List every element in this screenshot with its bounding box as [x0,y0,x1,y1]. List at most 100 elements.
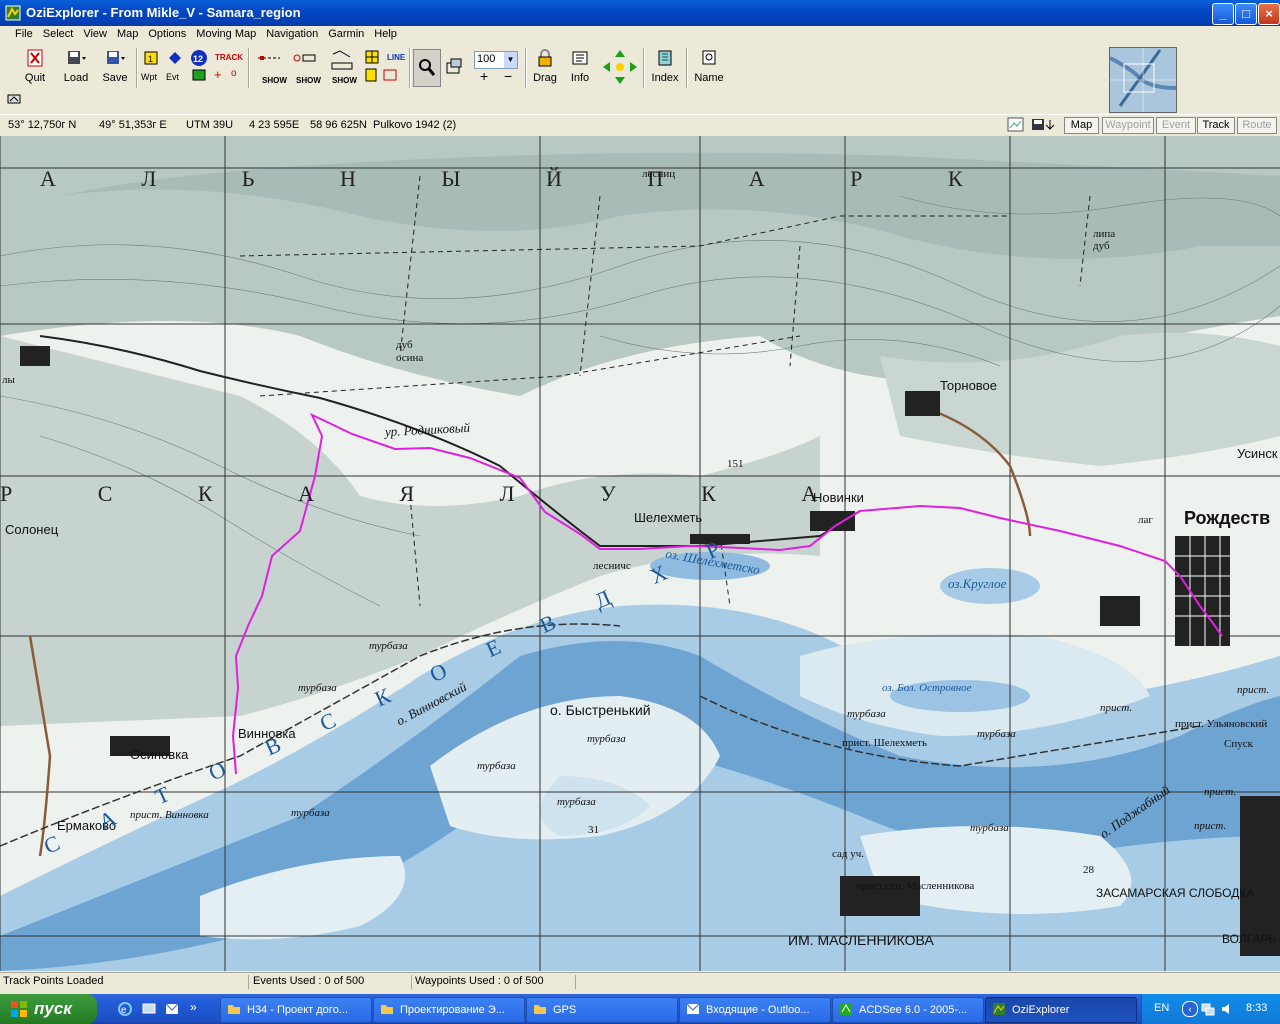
task-button[interactable]: Входящие - Outloo... [679,997,831,1023]
window-zoom-icon[interactable] [444,57,464,77]
folder-icon [228,1005,240,1014]
language-indicator[interactable]: EN [1154,1002,1169,1014]
map-label-o-bystreny: о. Быстренький [550,702,651,718]
task-label: GPS [553,1004,577,1016]
outlook-icon[interactable] [164,1001,180,1017]
task-button-active[interactable]: OziExplorer [985,997,1137,1023]
zoom-in-icon[interactable]: + [480,68,488,84]
load-button[interactable]: Load [62,49,90,84]
zoom-out-icon[interactable]: − [504,68,512,84]
longitude-readout: 49° 51,353г E [99,119,167,131]
map-label-dub-osina: дуб осина [396,339,424,364]
utm-zone: UTM 39U [186,119,234,131]
index-button[interactable]: Index [649,49,681,84]
events-show-icon[interactable] [292,51,318,65]
zoom-tool-button[interactable] [413,49,441,87]
show-label-1[interactable]: SHOW [262,76,287,85]
quit-button[interactable]: Quit [22,49,48,84]
name-button[interactable]: Name [692,49,726,84]
chevron-down-icon[interactable]: ▼ [504,52,517,68]
menu-select[interactable]: Select [38,26,79,40]
tray-expand-icon[interactable]: ‹ [1182,1001,1198,1017]
save-view-icon[interactable] [1030,117,1060,133]
task-button[interactable]: Н34 - Проект догo... [220,997,372,1023]
toolbar-separator [643,48,645,88]
circle-red-icon[interactable]: o [231,68,237,79]
drag-button[interactable]: Drag [530,49,560,84]
task-label: ACDSee 6.0 - 2005-... [859,1004,968,1016]
speaker-icon[interactable] [1220,1001,1236,1017]
map-label-lesnich-top: лесниц [642,168,676,180]
taskbar: пуск e » Н34 - Проект догo... Проектиров… [0,994,1280,1024]
waypoint-number-button[interactable]: 12 [188,49,210,70]
start-button[interactable]: пуск [0,994,97,1024]
pan-arrows-icon[interactable] [601,48,639,86]
show-label-2[interactable]: SHOW [296,76,321,85]
status-bar: Track Points Loaded Events Used : 0 of 5… [0,972,1280,992]
coordinate-bar: 53° 12,750г N 49° 51,353г E UTM 39U 4 23… [0,114,1280,135]
internet-explorer-icon[interactable]: e [117,1001,133,1017]
menu-view[interactable]: View [78,26,112,40]
quicklaunch-expand-icon[interactable]: » [190,1000,197,1014]
tab-waypoint[interactable]: Waypoint [1102,117,1154,134]
plus-red-icon[interactable]: + [214,67,222,82]
task-button[interactable]: ACDSee 6.0 - 2005-... [832,997,984,1023]
easting-readout: 4 23 595E [249,119,300,131]
tab-event[interactable]: Event [1156,117,1196,134]
map-properties-icon[interactable] [6,92,24,106]
oziexplorer-icon [993,1003,1005,1015]
tab-map[interactable]: Map [1064,117,1099,134]
overview-map[interactable] [1109,47,1177,113]
menu-map[interactable]: Map [112,26,143,40]
map-label-lesnich: лесничс [593,560,631,572]
map-image-icon[interactable] [1007,117,1025,133]
task-button[interactable]: Проектирование Э... [373,997,525,1023]
tracks-show-icon[interactable] [330,49,354,77]
menu-moving-map[interactable]: Moving Map [191,26,261,40]
map-label-oz-bol-ostrovnoe: оз. Бол. Островное [882,682,972,694]
map-label-turbaza-4: турбаза [477,760,516,772]
maximize-button[interactable]: □ [1235,3,1257,25]
clock[interactable]: 8:33 [1246,1002,1267,1014]
save-button[interactable]: Save [100,49,130,84]
green-square-icon[interactable] [192,69,206,81]
menu-navigation[interactable]: Navigation [261,26,323,40]
save-label: Save [102,72,128,84]
index-icon [658,50,672,66]
tab-route[interactable]: Route [1237,117,1277,134]
app-icon [5,5,21,21]
map-label-turbaza-1: турбаза [369,640,408,652]
menu-file[interactable]: File [0,26,38,40]
index-label: Index [651,72,679,84]
map-label-oz-krugloe: оз.Круглое [948,576,1007,591]
menu-options[interactable]: Options [143,26,191,40]
map-label-osinovka: Осиновка [130,747,189,762]
line-label[interactable]: LINE [387,53,405,62]
map-grid-icon[interactable] [364,49,384,65]
desktop-icon[interactable] [141,1001,157,1017]
map-canvas[interactable]: А Л Ь Н Ы Й П А Р К лесниц липа дуб дуб … [0,136,1280,971]
quit-icon [27,49,43,67]
waypoints-show-icon[interactable] [256,51,282,65]
waypoint-button[interactable]: 1 [141,51,161,68]
task-button[interactable]: GPS [526,997,678,1023]
tab-track[interactable]: Track [1197,117,1235,134]
info-button[interactable]: Info [566,49,594,84]
map-label-turbaza-5: турбаза [557,796,596,808]
network-icon[interactable] [1200,1001,1216,1017]
show-label-3[interactable]: SHOW [332,76,357,85]
track-label[interactable]: TRACK [215,53,243,62]
map-list-icon[interactable] [364,67,400,83]
close-button[interactable]: × [1258,3,1280,25]
system-tray: EN ‹ 8:33 [1141,994,1280,1024]
toolbar-separator [136,48,138,88]
zoom-select[interactable]: 100 ▼ [474,51,518,69]
menu-help[interactable]: Help [369,26,402,40]
menu-garmin[interactable]: Garmin [323,26,369,40]
event-button[interactable] [165,51,185,68]
status-events: Events Used : 0 of 500 [250,975,412,989]
title-bar[interactable]: OziExplorer - From Mikle_V - Samara_regi… [0,0,1280,26]
load-label: Load [63,72,89,84]
map-label-turbaza-7: турбаза [847,708,886,720]
minimize-button[interactable]: _ [1212,3,1234,25]
